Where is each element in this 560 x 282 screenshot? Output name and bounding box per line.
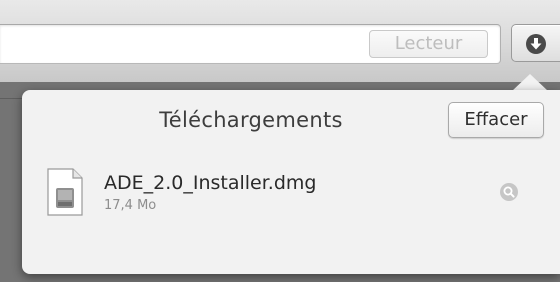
- popover-arrow: [512, 74, 548, 91]
- browser-toolbar: Lecteur: [0, 0, 560, 82]
- reader-button[interactable]: Lecteur: [369, 30, 488, 58]
- file-size: 17,4 Mo: [104, 198, 157, 213]
- downloads-button[interactable]: [511, 24, 560, 62]
- address-bar[interactable]: Lecteur: [0, 24, 501, 64]
- file-name: ADE_2.0_Installer.dmg: [104, 172, 317, 194]
- clear-button[interactable]: Effacer: [448, 102, 544, 138]
- download-arrow-icon: [526, 34, 546, 54]
- download-item[interactable]: ADE_2.0_Installer.dmg 17,4 Mo: [22, 162, 560, 242]
- disk-image-file-icon: [47, 168, 83, 216]
- downloads-popover: Téléchargements Effacer ADE_2.0_Installe…: [22, 90, 560, 274]
- magnifier-icon[interactable]: [499, 182, 519, 202]
- popover-title: Téléchargements: [159, 108, 343, 132]
